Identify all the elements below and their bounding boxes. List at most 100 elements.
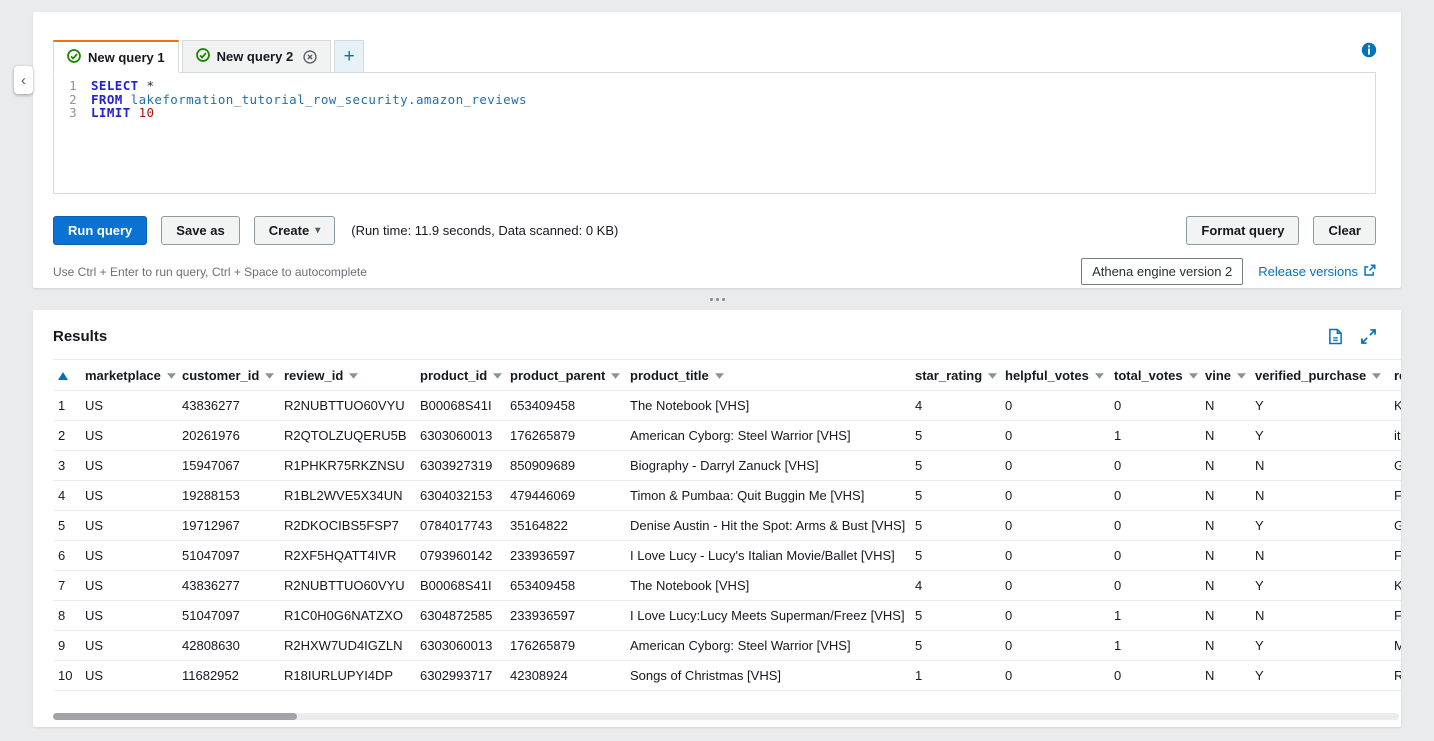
table-cell: R1PHKR75RKZNSU	[280, 451, 416, 481]
table-cell: The Notebook [VHS]	[626, 571, 911, 601]
expand-results-icon[interactable]	[1361, 329, 1376, 344]
horizontal-scrollbar-thumb[interactable]	[53, 713, 297, 720]
tab-new-query-2[interactable]: New query 2	[182, 40, 332, 73]
column-header-re[interactable]: re	[1390, 360, 1401, 391]
row-number: 7	[53, 571, 81, 601]
row-number: 3	[53, 451, 81, 481]
column-header-review_id[interactable]: review_id	[280, 360, 416, 391]
table-cell: 6302993717	[416, 661, 506, 691]
column-header-total_votes[interactable]: total_votes	[1110, 360, 1201, 391]
table-cell: G	[1390, 511, 1401, 541]
row-number: 5	[53, 511, 81, 541]
line-number: 3	[54, 106, 77, 120]
table-cell: 0	[1001, 601, 1110, 631]
column-label: marketplace	[85, 368, 161, 383]
table-cell: 1	[1110, 631, 1201, 661]
column-sort-caret-icon	[493, 367, 502, 382]
table-row: 7US43836277R2NUBTTUO60VYUB00068S41I65340…	[53, 571, 1401, 601]
table-cell: Y	[1251, 391, 1390, 421]
table-cell: R2XF5HQATT4IVR	[280, 541, 416, 571]
table-cell: 5	[911, 481, 1001, 511]
table-cell: 4	[911, 571, 1001, 601]
column-sort-caret-icon	[167, 367, 176, 382]
table-cell: 0	[1001, 451, 1110, 481]
column-header-star_rating[interactable]: star_rating	[911, 360, 1001, 391]
table-cell: US	[81, 391, 178, 421]
table-cell: 5	[911, 541, 1001, 571]
add-tab-button[interactable]: +	[334, 40, 364, 73]
collapse-panel-button[interactable]: ‹	[14, 66, 33, 94]
table-cell: 19288153	[178, 481, 280, 511]
table-cell: 0	[1110, 541, 1201, 571]
release-versions-link[interactable]: Release versions	[1258, 264, 1376, 280]
table-cell: US	[81, 451, 178, 481]
table-cell: US	[81, 481, 178, 511]
table-cell: R2DKOCIBS5FSP7	[280, 511, 416, 541]
keyboard-hint-text: Use Ctrl + Enter to run query, Ctrl + Sp…	[53, 265, 367, 279]
table-cell: Y	[1251, 571, 1390, 601]
column-label: review_id	[284, 368, 343, 383]
run-query-button[interactable]: Run query	[53, 216, 147, 245]
table-cell: Timon & Pumbaa: Quit Buggin Me [VHS]	[626, 481, 911, 511]
column-header-product_id[interactable]: product_id	[416, 360, 506, 391]
table-cell: R1C0H0G6NATZXO	[280, 601, 416, 631]
close-tab-icon[interactable]	[303, 50, 317, 64]
column-header-vine[interactable]: vine	[1201, 360, 1251, 391]
sort-arrow-up-icon	[58, 372, 68, 380]
results-table: marketplace customer_id review_id product_i…	[53, 359, 1401, 691]
table-cell: 0	[1110, 511, 1201, 541]
save-as-button[interactable]: Save as	[161, 216, 239, 245]
column-sort-caret-icon	[1189, 367, 1198, 382]
table-cell: 0	[1001, 541, 1110, 571]
table-row: 6US51047097R2XF5HQATT4IVR079396014223393…	[53, 541, 1401, 571]
success-check-icon	[67, 49, 81, 66]
table-cell: N	[1201, 661, 1251, 691]
table-cell: N	[1201, 511, 1251, 541]
column-header-verified_purchase[interactable]: verified_purchase	[1251, 360, 1390, 391]
export-results-icon[interactable]	[1328, 328, 1343, 345]
table-cell: 6303060013	[416, 631, 506, 661]
clear-button[interactable]: Clear	[1313, 216, 1376, 245]
create-dropdown-button[interactable]: Create ▾	[254, 216, 336, 245]
tab-new-query-1[interactable]: New query 1	[53, 40, 179, 73]
format-query-button[interactable]: Format query	[1186, 216, 1299, 245]
table-cell: US	[81, 421, 178, 451]
column-header-marketplace[interactable]: marketplace	[81, 360, 178, 391]
table-cell: Kl	[1390, 391, 1401, 421]
table-cell: 176265879	[506, 421, 626, 451]
query-tab-bar: New query 1 New query 2 +	[33, 12, 1401, 72]
table-row: 3US15947067R1PHKR75RKZNSU630392731985090…	[53, 451, 1401, 481]
column-sort-caret-icon	[988, 367, 997, 382]
horizontal-scrollbar[interactable]	[53, 713, 1399, 720]
success-check-icon	[196, 48, 210, 65]
code-line: SELECT *	[91, 79, 527, 93]
table-cell: American Cyborg: Steel Warrior [VHS]	[626, 631, 911, 661]
sort-indicator-column-header[interactable]	[53, 360, 81, 391]
table-cell: B00068S41I	[416, 391, 506, 421]
line-number: 1	[54, 79, 77, 93]
table-cell: 1	[911, 661, 1001, 691]
column-header-helpful_votes[interactable]: helpful_votes	[1001, 360, 1110, 391]
row-number: 8	[53, 601, 81, 631]
column-header-product_parent[interactable]: product_parent	[506, 360, 626, 391]
column-header-customer_id[interactable]: customer_id	[178, 360, 280, 391]
table-cell: Fi	[1390, 481, 1401, 511]
column-sort-caret-icon	[715, 367, 724, 382]
table-cell: 0784017743	[416, 511, 506, 541]
table-cell: N	[1251, 451, 1390, 481]
table-cell: N	[1251, 541, 1390, 571]
run-stats-text: (Run time: 11.9 seconds, Data scanned: 0…	[351, 223, 618, 238]
sql-editor[interactable]: 123 SELECT *FROM lakeformation_tutorial_…	[53, 72, 1376, 194]
results-header: Results	[33, 310, 1401, 345]
table-cell: 6304872585	[416, 601, 506, 631]
table-cell: 0793960142	[416, 541, 506, 571]
column-header-product_title[interactable]: product_title	[626, 360, 911, 391]
table-cell: US	[81, 601, 178, 631]
table-cell: 0	[1001, 481, 1110, 511]
table-cell: it	[1390, 421, 1401, 451]
column-label: product_id	[420, 368, 487, 383]
row-number: 10	[53, 661, 81, 691]
table-cell: N	[1201, 481, 1251, 511]
panel-resize-handle[interactable]	[0, 288, 1434, 310]
table-cell: R	[1390, 661, 1401, 691]
